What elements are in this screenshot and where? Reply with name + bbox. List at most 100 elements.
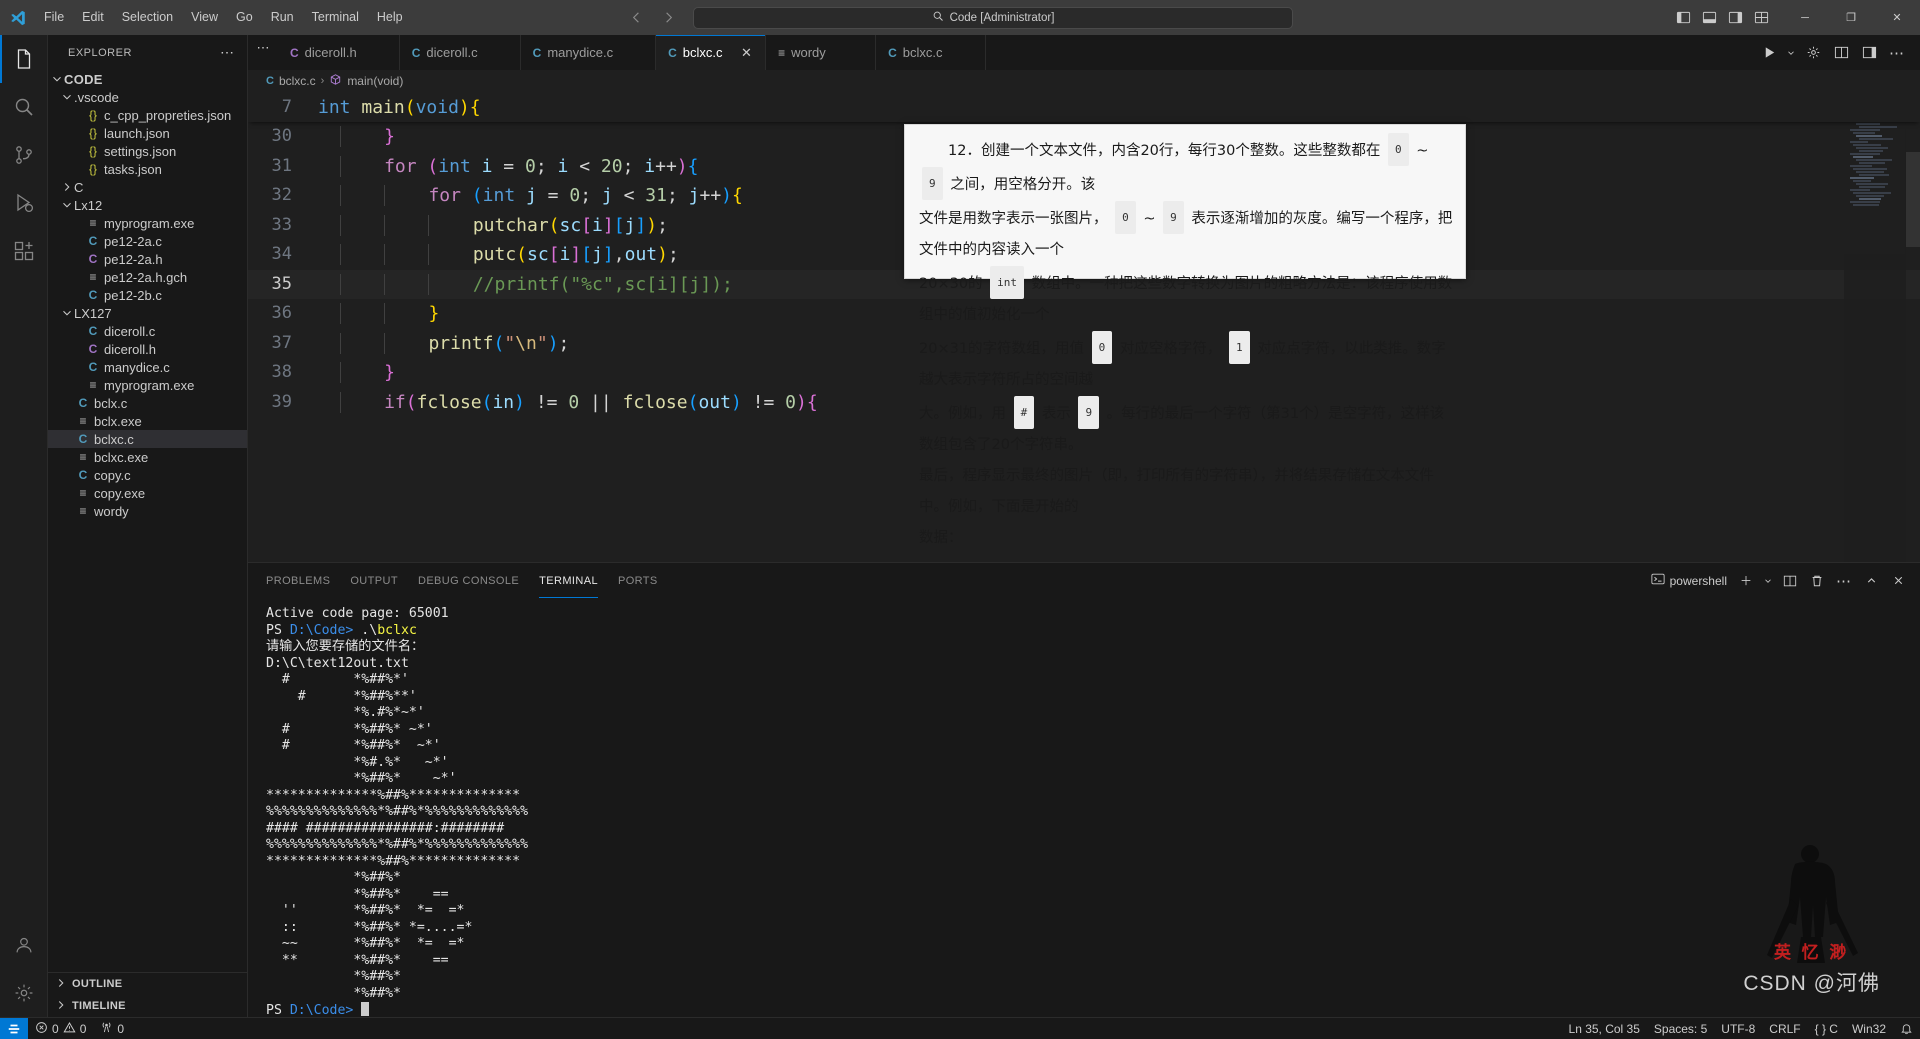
menu-file[interactable]: File xyxy=(35,6,73,29)
tree-item-myprogram-exe[interactable]: ≡ myprogram.exe xyxy=(48,214,247,232)
terminal-shell-indicator[interactable]: powershell xyxy=(1651,572,1731,589)
status-ports[interactable]: 0 xyxy=(93,1018,131,1039)
status-cursor-position[interactable]: Ln 35, Col 35 xyxy=(1562,1018,1647,1039)
run-code-icon[interactable] xyxy=(1756,40,1782,66)
terminal-output[interactable]: Active code page: 65001 PS D:\Code> .\bcl… xyxy=(248,598,1920,1017)
sidebar-section-outline[interactable]: OUTLINE xyxy=(48,973,247,995)
split-terminal-icon[interactable] xyxy=(1778,569,1802,593)
toggle-secondary-sidebar-icon[interactable] xyxy=(1722,5,1748,31)
toggle-primary-sidebar-icon[interactable] xyxy=(1670,5,1696,31)
toggle-panel-icon[interactable] xyxy=(1696,5,1722,31)
forward-arrow-icon[interactable] xyxy=(659,9,677,27)
editor-tab-diceroll-c[interactable]: Cdiceroll.c✕ xyxy=(399,35,521,70)
tree-item-manydice-c[interactable]: Cmanydice.c xyxy=(48,358,247,376)
tree-item-pe12-2b-c[interactable]: Cpe12-2b.c xyxy=(48,286,247,304)
terminal-text: ** *%##%* == xyxy=(266,952,449,968)
editor-tab-manydice-c[interactable]: Cmanydice.c✕ xyxy=(520,35,657,70)
editor-layout-icon[interactable] xyxy=(1856,40,1882,66)
tree-item-c[interactable]: C xyxy=(48,178,247,196)
tree-item-lx12[interactable]: Lx12 xyxy=(48,196,247,214)
new-terminal-icon[interactable]: ＋ xyxy=(1734,569,1758,593)
tabs-more-icon[interactable]: ⋯ xyxy=(248,35,278,61)
tree-item-pe12-2a-c[interactable]: Cpe12-2a.c xyxy=(48,232,247,250)
tree-item-diceroll-c[interactable]: Cdiceroll.c xyxy=(48,322,247,340)
tree-item-c-cpp-propreties-json[interactable]: {} c_cpp_propreties.json xyxy=(48,106,247,124)
menu-help[interactable]: Help xyxy=(368,6,412,29)
tree-item-launch-json[interactable]: {} launch.json xyxy=(48,124,247,142)
status-encoding[interactable]: UTF-8 xyxy=(1714,1018,1762,1039)
editor-more-actions-icon[interactable]: ⋯ xyxy=(1884,40,1910,66)
activitybar-run-debug[interactable] xyxy=(0,179,48,227)
activitybar-explorer[interactable] xyxy=(0,35,48,83)
tree-item-copy-c[interactable]: Ccopy.c xyxy=(48,466,247,484)
menu-terminal[interactable]: Terminal xyxy=(303,6,368,29)
editor-tab-diceroll-h[interactable]: Cdiceroll.h✕ xyxy=(278,35,400,70)
menu-edit[interactable]: Edit xyxy=(73,6,113,29)
tree-item-bclx-c[interactable]: Cbclx.c xyxy=(48,394,247,412)
tree-item-bclxc-c[interactable]: Cbclxc.c xyxy=(48,430,247,448)
split-editor-icon[interactable] xyxy=(1828,40,1854,66)
code-editor[interactable]: 7 int main(void){ 30 } 31 for (int i = 0;… xyxy=(248,92,1920,562)
status-language-mode[interactable]: { } C xyxy=(1808,1018,1845,1039)
panel-more-actions-icon[interactable]: ⋯ xyxy=(1832,569,1856,593)
status-eol[interactable]: CRLF xyxy=(1762,1018,1807,1039)
panel-tab-output[interactable]: OUTPUT xyxy=(350,563,398,598)
tree-item-bclx-exe[interactable]: ≡ bclx.exe xyxy=(48,412,247,430)
breadcrumb-symbol[interactable]: main(void) xyxy=(347,74,403,88)
activitybar-source-control[interactable] xyxy=(0,131,48,179)
sticky-scroll-line[interactable]: 7 int main(void){ xyxy=(248,92,1920,122)
status-indentation[interactable]: Spaces: 5 xyxy=(1647,1018,1714,1039)
customize-layout-icon[interactable] xyxy=(1748,5,1774,31)
status-problems[interactable]: 0 0 xyxy=(28,1018,93,1039)
c-file-icon: C xyxy=(88,288,98,302)
command-center[interactable]: Code [Administrator] xyxy=(693,6,1293,29)
tree-item-settings-json[interactable]: {} settings.json xyxy=(48,142,247,160)
editor-tab-bclxc-c[interactable]: Cbclxc.c✕ xyxy=(656,35,767,70)
editor-settings-gear-icon[interactable] xyxy=(1800,40,1826,66)
close-panel-icon[interactable] xyxy=(1886,569,1910,593)
menu-selection[interactable]: Selection xyxy=(113,6,182,29)
editor-vertical-scrollbar[interactable] xyxy=(1906,92,1920,562)
kill-terminal-trash-icon[interactable] xyxy=(1805,569,1829,593)
activitybar-search[interactable] xyxy=(0,83,48,131)
tree-item-myprogram-exe[interactable]: ≡ myprogram.exe xyxy=(48,376,247,394)
panel-tab-problems[interactable]: PROBLEMS xyxy=(266,563,330,598)
menu-go[interactable]: Go xyxy=(227,6,262,29)
tree-item-pe12-2a-h-gch[interactable]: ≡ pe12-2a.h.gch xyxy=(48,268,247,286)
panel-tab-ports[interactable]: PORTS xyxy=(618,563,658,598)
tree-item-copy-exe[interactable]: ≡ copy.exe xyxy=(48,484,247,502)
minimap[interactable] xyxy=(1844,92,1906,562)
window-minimize-button[interactable]: ─ xyxy=(1782,0,1828,35)
tree-item-diceroll-h[interactable]: Cdiceroll.h xyxy=(48,340,247,358)
activitybar-settings-gear-icon[interactable] xyxy=(0,969,48,1017)
tree-item-bclxc-exe[interactable]: ≡ bclxc.exe xyxy=(48,448,247,466)
window-close-button[interactable]: ✕ xyxy=(1874,0,1920,35)
window-maximize-button[interactable]: ❐ xyxy=(1828,0,1874,35)
activitybar-extensions[interactable] xyxy=(0,227,48,275)
menu-run[interactable]: Run xyxy=(262,6,303,29)
activitybar-accounts[interactable] xyxy=(0,921,48,969)
tree-item-tasks-json[interactable]: {} tasks.json xyxy=(48,160,247,178)
panel-tab-debug-console[interactable]: DEBUG CONSOLE xyxy=(418,563,519,598)
tree-item-pe12-2a-h[interactable]: Cpe12-2a.h xyxy=(48,250,247,268)
menu-view[interactable]: View xyxy=(182,6,227,29)
close-icon[interactable]: ✕ xyxy=(739,45,755,61)
tree-item-lx127[interactable]: LX127 xyxy=(48,304,247,322)
status-notifications-bell-icon[interactable] xyxy=(1893,1018,1920,1039)
back-arrow-icon[interactable] xyxy=(627,9,645,27)
json-file-icon: {} xyxy=(88,162,97,176)
tree-item-code[interactable]: CODE xyxy=(48,70,247,88)
maximize-panel-icon[interactable] xyxy=(1859,569,1883,593)
editor-tab-wordy[interactable]: ≡wordy✕ xyxy=(766,35,877,70)
run-options-chevron-down-icon[interactable] xyxy=(1784,40,1798,66)
sidebar-section-timeline[interactable]: TIMELINE xyxy=(48,995,247,1017)
panel-tab-terminal[interactable]: TERMINAL xyxy=(539,563,598,598)
status-platform[interactable]: Win32 xyxy=(1845,1018,1893,1039)
editor-tab-bclxc-c[interactable]: Cbclxc.c✕ xyxy=(876,35,987,70)
tree-item--vscode[interactable]: .vscode xyxy=(48,88,247,106)
breadcrumb-file[interactable]: bclxc.c xyxy=(279,74,316,88)
remote-indicator[interactable] xyxy=(0,1017,28,1039)
tree-item-wordy[interactable]: ≡ wordy xyxy=(48,502,247,520)
sidebar-more-actions-icon[interactable]: ⋯ xyxy=(220,44,239,61)
terminal-profile-chevron-down-icon[interactable] xyxy=(1761,569,1775,593)
